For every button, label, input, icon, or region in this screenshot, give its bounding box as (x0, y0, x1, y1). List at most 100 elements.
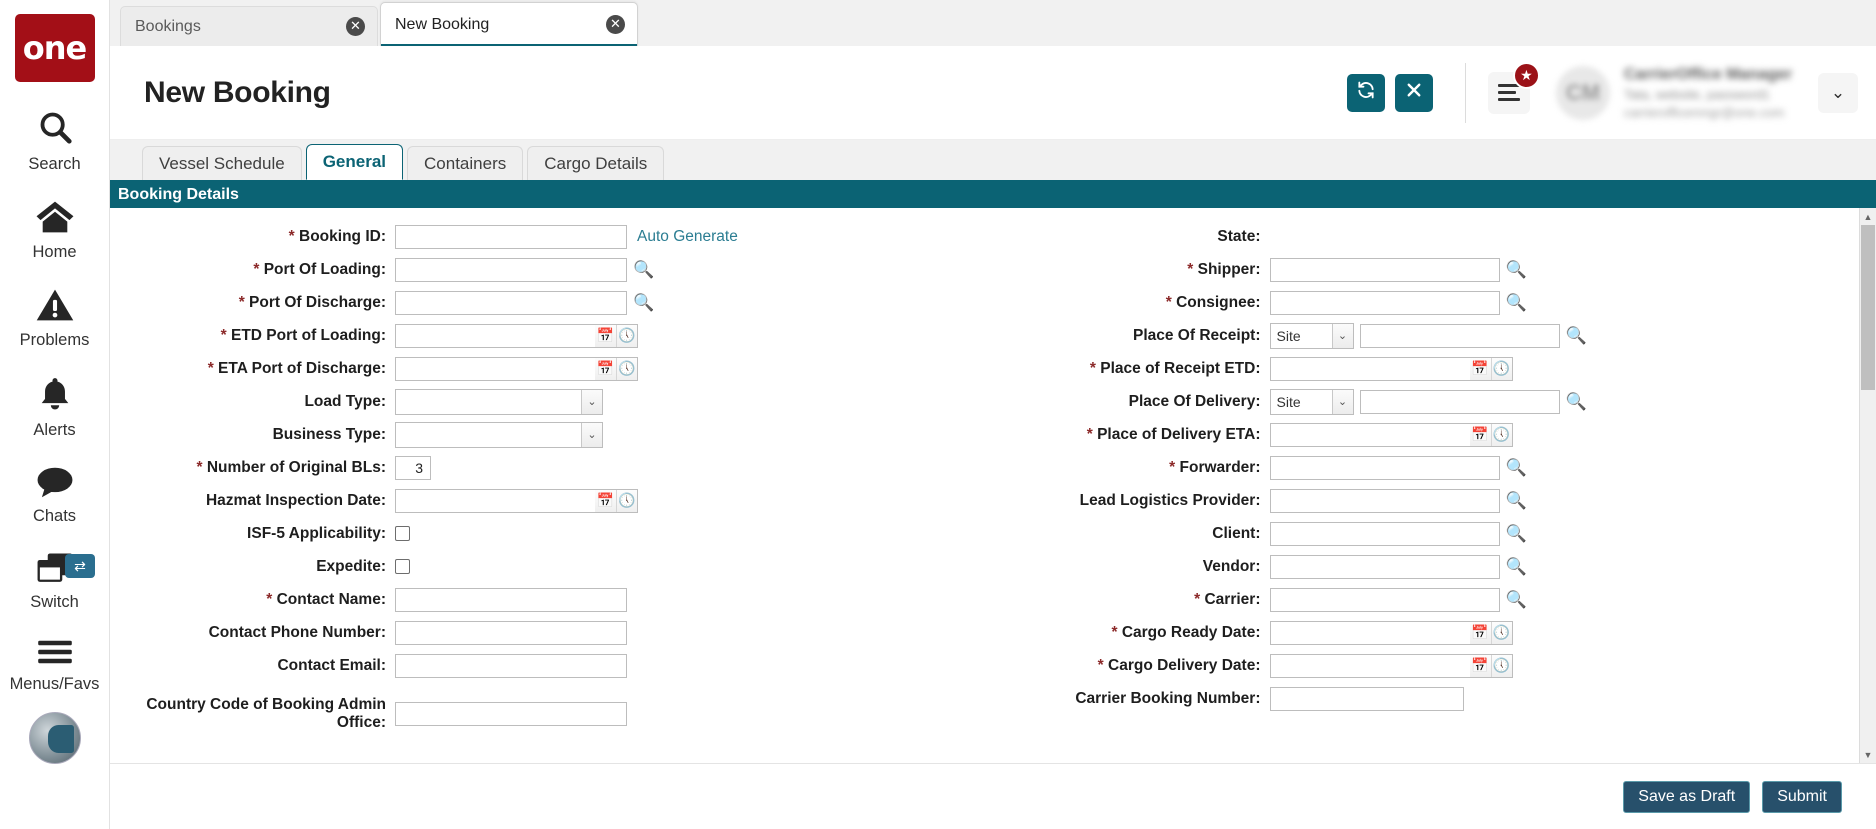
triangle-down-icon[interactable]: ▼ (1860, 746, 1876, 763)
contact-phone-number-input[interactable] (395, 620, 627, 645)
save-as-draft-button[interactable]: Save as Draft (1623, 780, 1751, 813)
swap-arrows-icon[interactable]: ⇄ (65, 554, 95, 578)
clock-icon[interactable]: 🕔 (1490, 357, 1512, 380)
field-label: Country Code of Booking Admin Office: (146, 696, 386, 731)
sidebar-item-home[interactable]: Home (0, 200, 109, 262)
close-circle-icon[interactable]: ✕ (346, 17, 365, 36)
place-of-delivery-type-select[interactable]: Site ⌄ (1269, 388, 1354, 415)
datetime-buttons: 📅 🕔 (595, 323, 638, 348)
etd-port-of-loading-input[interactable] (395, 323, 595, 348)
header-divider (1464, 62, 1466, 123)
search-lookup-icon[interactable]: 🔍 (1506, 557, 1527, 577)
forwarder-input[interactable] (1269, 455, 1500, 480)
place-of-receipt-input[interactable] (1359, 323, 1560, 348)
eta-port-of-discharge-input[interactable] (395, 356, 595, 381)
one-logo[interactable]: one (14, 14, 95, 82)
calendar-icon[interactable]: 📅 (595, 358, 616, 380)
place-of-receipt-etd-input[interactable] (1269, 356, 1470, 381)
chevron-down-icon: ⌄ (581, 422, 602, 447)
search-lookup-icon[interactable]: 🔍 (633, 293, 654, 313)
sidebar-item-menus-favs[interactable]: Menus/Favs (0, 638, 109, 694)
calendar-icon[interactable]: 📅 (595, 325, 616, 347)
port-of-loading-input[interactable] (395, 257, 627, 282)
contact-email-input[interactable] (395, 653, 627, 678)
field-vendor: Vendor: 🔍 (985, 550, 1860, 583)
scrollbar-thumb[interactable] (1861, 225, 1875, 390)
calendar-icon[interactable]: 📅 (1470, 358, 1491, 380)
search-lookup-icon[interactable]: 🔍 (1506, 260, 1527, 280)
label-text: Contact Email (277, 656, 381, 674)
sidebar-item-problems[interactable]: Problems (0, 288, 109, 350)
label-text: Load Type (304, 392, 381, 410)
refresh-button[interactable] (1346, 73, 1385, 112)
sidebar-label-chats: Chats (32, 507, 77, 525)
vendor-input[interactable] (1269, 554, 1500, 579)
scrollbar-track[interactable] (1860, 225, 1876, 746)
sidebar-item-chats[interactable]: Chats (0, 466, 109, 526)
place-of-receipt-type-select[interactable]: Site ⌄ (1269, 322, 1354, 349)
close-page-button[interactable] (1394, 73, 1433, 112)
browser-tab-bookings[interactable]: Bookings ✕ (120, 6, 378, 46)
clock-icon[interactable]: 🕔 (616, 324, 637, 347)
field-label: Contact Phone Number: (208, 623, 386, 641)
tab-containers[interactable]: Containers (407, 146, 524, 180)
user-profile[interactable]: CM CarrierOffice Manager Tata, website, … (1555, 65, 1792, 120)
cargo-delivery-date-input[interactable] (1269, 653, 1470, 678)
auto-generate-link[interactable]: Auto Generate (637, 228, 738, 246)
favorites-menu-button[interactable]: ★ (1487, 61, 1540, 114)
form-vertical-scrollbar[interactable]: ▲ ▼ (1859, 208, 1876, 763)
booking-id-input[interactable] (395, 224, 627, 249)
clock-icon[interactable]: 🕔 (616, 489, 637, 512)
search-lookup-icon[interactable]: 🔍 (1566, 326, 1587, 346)
cargo-ready-date-input[interactable] (1269, 620, 1470, 645)
carrier-booking-number-input[interactable] (1269, 686, 1464, 711)
clock-icon[interactable]: 🕔 (1490, 423, 1512, 446)
isf5-applicability-checkbox[interactable] (395, 526, 410, 541)
submit-button[interactable]: Submit (1762, 780, 1842, 813)
search-lookup-icon[interactable]: 🔍 (1506, 458, 1527, 478)
search-lookup-icon[interactable]: 🔍 (1566, 392, 1587, 412)
close-circle-icon[interactable]: ✕ (606, 15, 625, 34)
browser-tab-new-booking[interactable]: New Booking ✕ (380, 2, 638, 46)
sidebar-item-alerts[interactable]: Alerts (0, 376, 109, 440)
load-type-select[interactable]: ⌄ (395, 388, 603, 415)
clock-icon[interactable]: 🕔 (1490, 654, 1512, 677)
client-input[interactable] (1269, 521, 1500, 546)
hazmat-inspection-date-input[interactable] (395, 488, 595, 513)
tab-vessel-schedule[interactable]: Vessel Schedule (142, 146, 302, 180)
sidebar-item-search[interactable]: Search (0, 108, 109, 174)
expedite-checkbox[interactable] (395, 559, 410, 574)
search-lookup-icon[interactable]: 🔍 (1506, 491, 1527, 511)
country-code-booking-admin-office-input[interactable] (395, 702, 627, 726)
calendar-icon[interactable]: 📅 (1470, 424, 1491, 446)
search-lookup-icon[interactable]: 🔍 (1506, 590, 1527, 610)
search-lookup-icon[interactable]: 🔍 (1506, 524, 1527, 544)
tab-cargo-details[interactable]: Cargo Details (527, 146, 665, 180)
triangle-up-icon[interactable]: ▲ (1860, 208, 1876, 225)
sidebar-item-switch[interactable]: ⇄ Switch (0, 552, 109, 612)
field-control: 🔍 (1269, 488, 1527, 513)
business-type-select[interactable]: ⌄ (395, 421, 603, 448)
carrier-input[interactable] (1269, 587, 1500, 612)
clock-icon[interactable]: 🕔 (616, 357, 637, 380)
search-lookup-icon[interactable]: 🔍 (1506, 293, 1527, 313)
search-lookup-icon[interactable]: 🔍 (633, 260, 654, 280)
rail-avatar[interactable] (28, 712, 81, 764)
form-columns: * Booking ID: Auto Generate * Port Of Lo… (110, 208, 1859, 763)
port-of-discharge-input[interactable] (395, 290, 627, 315)
contact-name-input[interactable] (395, 587, 627, 612)
tab-general[interactable]: General (305, 144, 404, 180)
calendar-icon[interactable]: 📅 (595, 490, 616, 512)
field-label: * Place of Delivery ETA: (1086, 425, 1261, 443)
calendar-icon[interactable]: 📅 (1470, 655, 1491, 677)
number-of-original-bls-input[interactable] (395, 455, 431, 480)
shipper-input[interactable] (1269, 257, 1500, 282)
consignee-input[interactable] (1269, 290, 1500, 315)
field-label: Place Of Delivery: (1128, 392, 1261, 410)
lead-logistics-provider-input[interactable] (1269, 488, 1500, 513)
calendar-icon[interactable]: 📅 (1470, 622, 1491, 644)
place-of-delivery-input[interactable] (1359, 389, 1560, 414)
clock-icon[interactable]: 🕔 (1490, 621, 1512, 644)
profile-dropdown-button[interactable]: ⌄ (1818, 72, 1858, 113)
place-of-delivery-eta-input[interactable] (1269, 422, 1470, 447)
